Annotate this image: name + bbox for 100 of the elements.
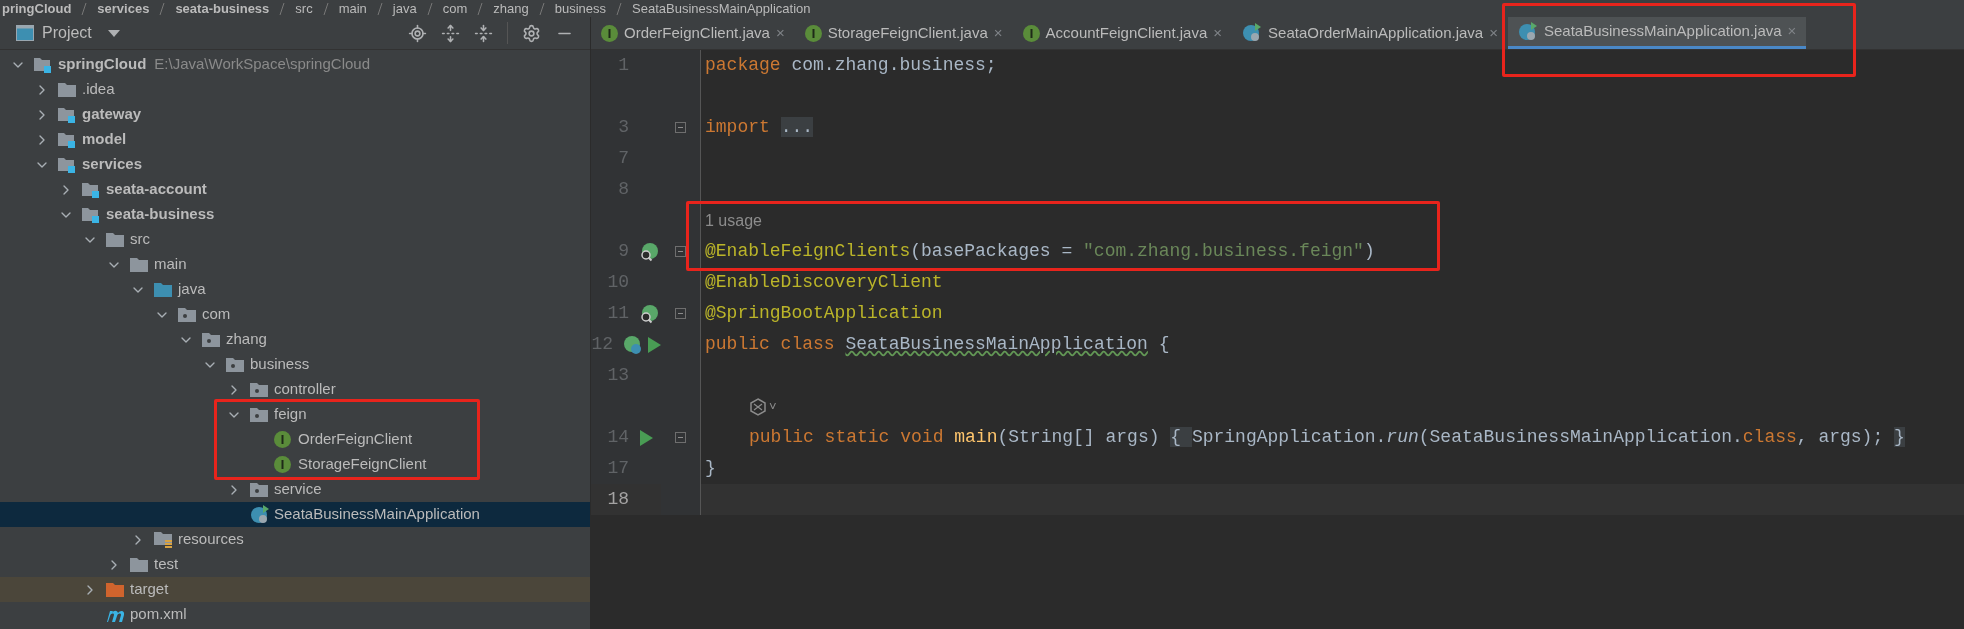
tree-row[interactable]: test: [0, 552, 590, 577]
tree-label: java: [178, 279, 206, 300]
collapse-all-icon[interactable]: [474, 23, 493, 43]
tree-row[interactable]: seata-business: [0, 202, 590, 227]
folder-icon: [130, 557, 148, 572]
separator-icon: [159, 2, 166, 15]
tree-row[interactable]: zhang: [0, 327, 590, 352]
module-folder-icon: [58, 131, 76, 148]
tab-label: StorageFeignClient.java: [827, 22, 988, 43]
module-folder-icon: [82, 181, 100, 198]
package-folder-icon: [202, 332, 220, 347]
tab-label: SeataBusinessMainApplication.java: [1543, 21, 1782, 42]
editor-tab[interactable]: AccountFeignClient.java ×: [1012, 17, 1233, 49]
tree-row[interactable]: StorageFeignClient: [0, 452, 477, 477]
spring-app-icon: [1517, 21, 1538, 42]
caret-icon: [107, 29, 120, 37]
interface-icon: [274, 431, 291, 448]
breadcrumb-item[interactable]: java: [392, 2, 417, 15]
editor-tab[interactable]: SeataBusinessMainApplication.java ×: [1507, 17, 1807, 49]
tree-row[interactable]: feign: [0, 402, 477, 427]
tree-row[interactable]: src: [0, 227, 590, 252]
locate-icon[interactable]: [408, 23, 427, 43]
breadcrumb-item[interactable]: SeataBusinessMainApplication: [632, 2, 811, 15]
tab-label: AccountFeignClient.java: [1045, 22, 1208, 43]
tree-row[interactable]: target: [0, 577, 590, 602]
tree-label: service: [274, 479, 322, 500]
tab-label: OrderFeignClient.java: [624, 22, 770, 43]
project-view-dropdown[interactable]: Project: [42, 21, 120, 45]
usage-hint[interactable]: 1 usage: [705, 208, 762, 233]
tree-label: zhang: [226, 329, 267, 350]
tree-label: gateway: [82, 104, 142, 125]
tree-label: target: [130, 579, 169, 600]
tree-label: resources: [178, 529, 244, 550]
tab-label: SeataOrderMainApplication.java: [1268, 22, 1484, 43]
close-glyph[interactable]: ×: [775, 21, 785, 45]
breadcrumb-item[interactable]: services: [97, 2, 150, 15]
close-glyph[interactable]: ×: [1489, 21, 1498, 45]
tree-row[interactable]: main: [0, 252, 590, 277]
spring-app-icon: [1242, 23, 1263, 43]
code-line: package com.zhang.business;: [705, 54, 997, 77]
tree-row[interactable]: resources: [0, 527, 590, 552]
tree-row[interactable]: model: [0, 127, 590, 152]
package-folder-icon: [250, 482, 268, 497]
expand-all-icon[interactable]: [441, 23, 460, 43]
tree-row[interactable]: gateway: [0, 102, 590, 127]
bean-search-icon[interactable]: [639, 241, 659, 262]
folder-icon: [154, 282, 172, 297]
breadcrumb-item[interactable]: zhang: [493, 2, 529, 15]
fold-marker-icon[interactable]: [675, 308, 686, 319]
fold-marker-icon[interactable]: [675, 432, 686, 443]
project-window-icon: [16, 25, 34, 41]
package-folder-icon: [250, 382, 268, 397]
tree-row[interactable]: springCloud E:\Java\WorkSpace\springCloud: [0, 52, 590, 77]
breadcrumb-item[interactable]: pringCloud: [2, 2, 72, 15]
breadcrumb-item[interactable]: business: [554, 2, 606, 15]
fold-marker-icon[interactable]: [675, 246, 686, 257]
tree-row[interactable]: service: [0, 477, 590, 502]
tree-row[interactable]: business: [0, 352, 590, 377]
folder-icon: [58, 82, 76, 97]
tree-row[interactable]: seata-account: [0, 177, 590, 202]
close-glyph[interactable]: ×: [993, 21, 1003, 45]
dropdown-glyph[interactable]: ˅: [769, 396, 777, 417]
tree-label: src: [130, 229, 150, 250]
spring-app-icon: [250, 504, 270, 525]
resources-folder-icon: [154, 531, 172, 548]
editor-tab[interactable]: StorageFeignClient.java ×: [794, 17, 1013, 49]
tree-label: model: [82, 129, 127, 150]
tree-row[interactable]: SeataBusinessMainApplication: [0, 502, 590, 527]
settings-icon[interactable]: [522, 23, 541, 43]
breadcrumb-item[interactable]: seata-business: [175, 2, 270, 15]
interface-icon: [274, 456, 291, 473]
project-path: E:\Java\WorkSpace\springCloud: [154, 54, 370, 75]
close-glyph[interactable]: ×: [1213, 21, 1223, 45]
tree-label: services: [82, 154, 143, 175]
separator-icon: [376, 2, 383, 15]
separator-icon: [538, 2, 545, 15]
bean-search-icon[interactable]: [639, 303, 659, 324]
tree-row[interactable]: java: [0, 277, 590, 302]
tree-label: StorageFeignClient: [298, 454, 427, 475]
separator-icon: [477, 2, 484, 15]
tree-row[interactable]: controller: [0, 377, 590, 402]
tree-row[interactable]: com: [0, 302, 590, 327]
run-icon[interactable]: [639, 429, 653, 446]
tree-label: main: [154, 254, 187, 275]
tree-row[interactable]: services: [0, 152, 590, 177]
line-number: 18: [606, 488, 629, 511]
editor-tab[interactable]: SeataOrderMainApplication.java ×: [1232, 17, 1508, 49]
tree-row[interactable]: pom.xml: [0, 602, 590, 627]
tree-label: controller: [274, 379, 336, 400]
breadcrumb-item[interactable]: src: [295, 2, 313, 15]
tree-row[interactable]: .idea: [0, 77, 590, 102]
editor-tab[interactable]: OrderFeignClient.java ×: [591, 17, 795, 49]
package-folder-icon: [226, 357, 244, 372]
tree-label: SeataBusinessMainApplication: [274, 504, 480, 525]
tree-row[interactable]: OrderFeignClient: [0, 427, 477, 452]
tree-label: test: [154, 554, 179, 575]
spring-bean-icon[interactable]: [623, 334, 643, 355]
fold-marker-icon[interactable]: [675, 122, 686, 133]
breadcrumb-item[interactable]: com: [442, 2, 468, 15]
breadcrumb-item[interactable]: main: [338, 2, 367, 15]
